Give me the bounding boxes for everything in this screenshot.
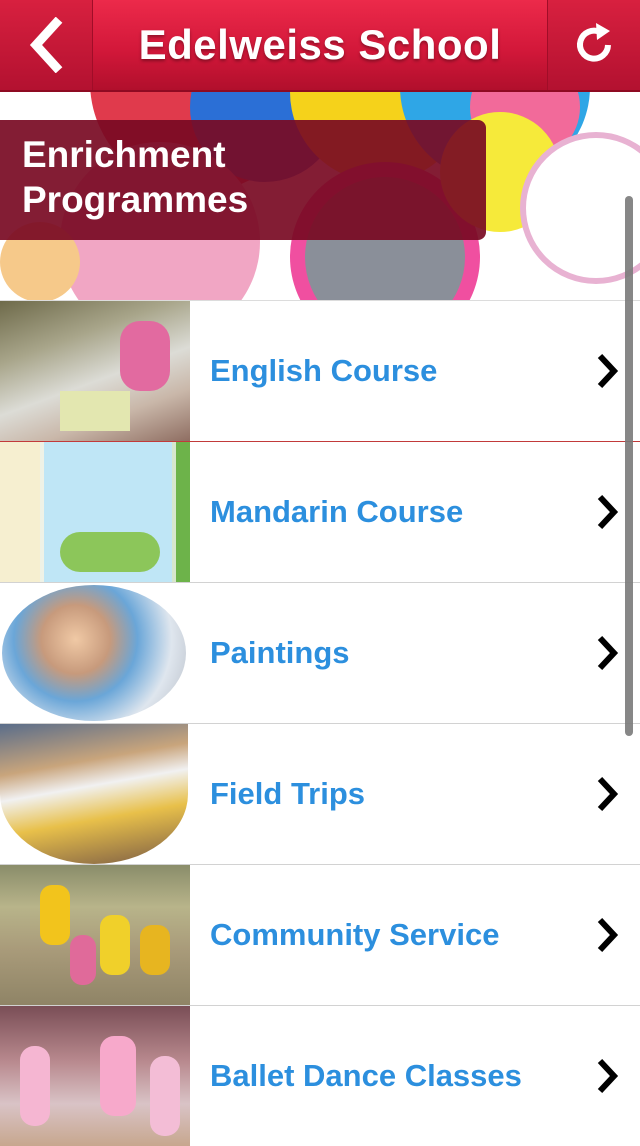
- mandarin-books-photo: [0, 442, 190, 582]
- chevron-right-icon: [597, 353, 619, 389]
- list-item[interactable]: Ballet Dance Classes: [0, 1005, 640, 1146]
- list-item-label: Mandarin Course: [210, 494, 464, 529]
- chevron-right-icon: [597, 635, 619, 671]
- programme-list: English Course Mandarin Course Paintings…: [0, 300, 640, 1146]
- list-item-label: Community Service: [210, 917, 500, 952]
- page-title: Edelweiss School: [138, 21, 502, 68]
- painting-photo: [0, 583, 190, 723]
- back-button[interactable]: [0, 0, 93, 90]
- section-title-line1: Enrichment: [22, 134, 226, 175]
- list-item[interactable]: Mandarin Course: [0, 441, 640, 582]
- chevron-right-icon: [597, 1058, 619, 1094]
- chevron-right-icon: [597, 494, 619, 530]
- ballet-photo: [0, 1006, 190, 1146]
- list-item-label: Paintings: [210, 635, 350, 670]
- refresh-icon: [577, 23, 611, 62]
- list-item[interactable]: Community Service: [0, 864, 640, 1005]
- list-item[interactable]: Field Trips: [0, 723, 640, 864]
- refresh-button[interactable]: [547, 0, 640, 90]
- section-title: Enrichment Programmes: [0, 120, 486, 240]
- chevron-right-icon: [597, 917, 619, 953]
- list-item[interactable]: Paintings: [0, 582, 640, 723]
- list-item-label: Field Trips: [210, 776, 366, 811]
- navigation-bar: Edelweiss School: [0, 0, 640, 92]
- list-item-label: Ballet Dance Classes: [210, 1058, 522, 1093]
- classroom-photo: [0, 301, 190, 441]
- list-item[interactable]: English Course: [0, 300, 640, 441]
- field-trip-photo: [0, 724, 190, 864]
- banner-image: Enrichment Programmes: [0, 92, 640, 300]
- scrollbar[interactable]: [625, 196, 633, 736]
- list-item-label: English Course: [210, 353, 438, 388]
- chevron-left-icon: [29, 17, 63, 73]
- chevron-right-icon: [597, 776, 619, 812]
- community-photo: [0, 865, 190, 1005]
- section-title-line2: Programmes: [22, 179, 249, 220]
